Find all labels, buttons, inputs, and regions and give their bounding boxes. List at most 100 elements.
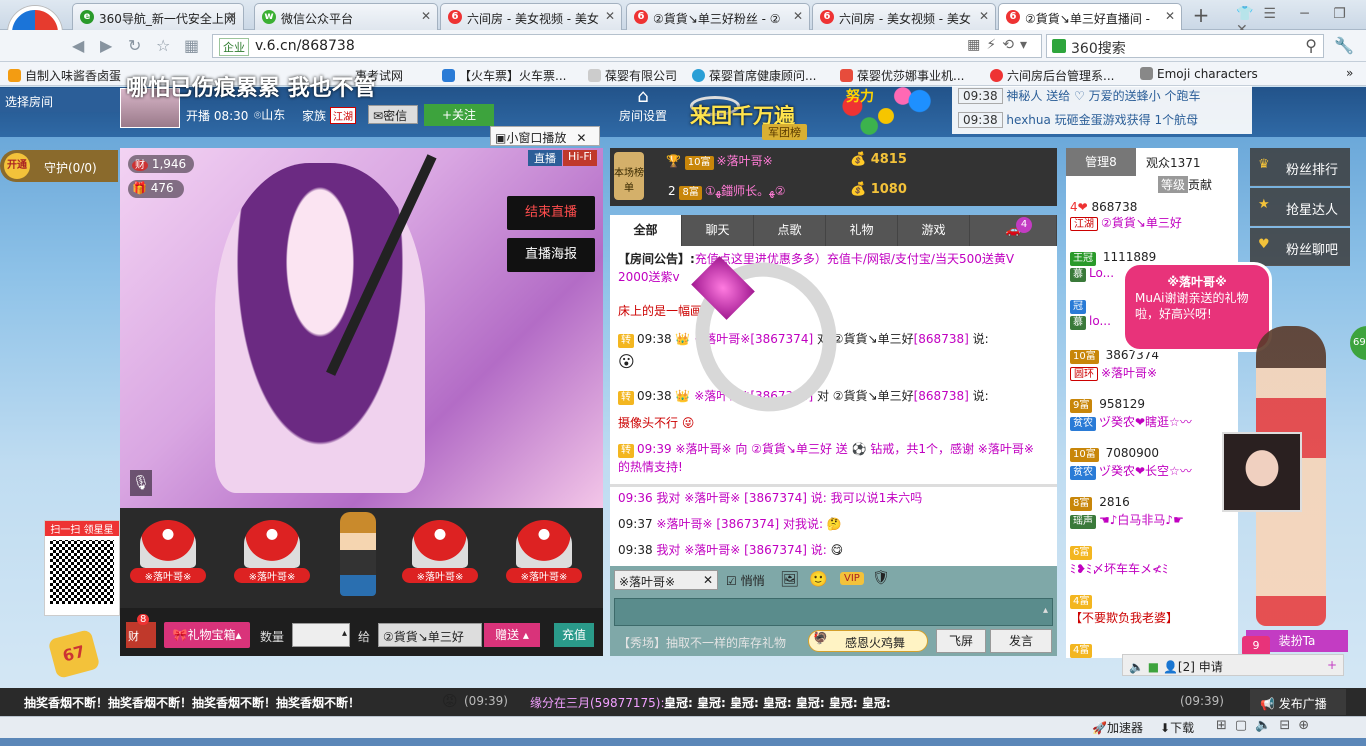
whisper-checkbox[interactable]: ☑ 悄悄 bbox=[726, 572, 765, 589]
audience-item[interactable]: 8富 2816 瑶声 ☚♪白马非马♪☛ bbox=[1070, 495, 1236, 529]
browser-tab[interactable]: e 360导航_新一代安全上网 ✕ bbox=[72, 3, 244, 30]
recharge-button[interactable]: 充值 bbox=[554, 623, 594, 647]
avatar-character[interactable] bbox=[340, 512, 376, 596]
url-actions-icon[interactable]: ▦⚡⟲▾ bbox=[967, 37, 1033, 53]
publish-broadcast-button[interactable]: 📢 发布广播 bbox=[1250, 689, 1346, 715]
wealth-badge[interactable]: 财 bbox=[126, 622, 156, 648]
seat[interactable]: ※落叶哥※ bbox=[234, 520, 310, 594]
bookmark[interactable]: 【火车票】火车票... bbox=[442, 67, 566, 84]
close-icon[interactable]: ✕ bbox=[227, 9, 237, 23]
fans-rank-button[interactable]: ♛ 粉丝排行 bbox=[1250, 148, 1350, 186]
audience-item[interactable]: 4富 【不要欺负我老婆】 bbox=[1070, 593, 1236, 626]
tab-games[interactable]: 游戏 bbox=[898, 215, 970, 246]
show-promo[interactable]: 【秀场】抽取不一样的库存礼物 bbox=[618, 634, 786, 651]
search-input[interactable]: 360搜索 ⚲ bbox=[1046, 34, 1324, 58]
apply-button[interactable]: 申请 bbox=[1199, 660, 1223, 674]
url-bar[interactable]: 企业 v.6.cn/868738 ▦⚡⟲▾ bbox=[212, 34, 1042, 58]
dropdown-arrow-icon[interactable]: ▴ bbox=[1043, 605, 1048, 616]
star-icon[interactable]: ☆ bbox=[156, 36, 170, 55]
tools-icon[interactable]: 🔧 bbox=[1334, 36, 1354, 55]
chat-input[interactable]: ▴ bbox=[614, 598, 1053, 626]
add-icon[interactable]: + bbox=[1327, 658, 1337, 672]
tab-admins[interactable]: 管理8 bbox=[1066, 148, 1136, 176]
bookmark[interactable]: 葆婴首席健康顾问... bbox=[692, 67, 816, 84]
refresh-icon[interactable]: ↻ bbox=[128, 36, 141, 55]
browser-tab[interactable]: w 微信公众平台 ✕ bbox=[254, 3, 438, 30]
browser-tab[interactable]: 6 六间房 - 美女视频 - 美女 ✕ bbox=[812, 3, 996, 30]
new-tab-button[interactable]: + bbox=[1186, 3, 1216, 29]
audience-item[interactable]: 9富 958129 贫农 ヅ癸农❤瞎逛☆〰 bbox=[1070, 397, 1236, 431]
viewer-webcam[interactable] bbox=[1222, 432, 1302, 512]
audience-item[interactable]: 10富 3867374 圆环 ※落叶哥※ bbox=[1070, 348, 1236, 381]
fly-screen-button[interactable]: 飞屏 bbox=[936, 629, 986, 653]
fans-chat-button[interactable]: ♥ 粉丝聊吧 bbox=[1250, 228, 1350, 266]
broadcast-user[interactable]: 缘分在三月(59877175): bbox=[530, 694, 665, 711]
search-icon[interactable]: ⚲ bbox=[1305, 36, 1317, 55]
sort-contrib[interactable]: 贡献 bbox=[1188, 176, 1212, 193]
private-message-button[interactable]: ✉密信 bbox=[368, 105, 418, 124]
more-bookmarks-icon[interactable]: » bbox=[1346, 66, 1353, 80]
select-room-button[interactable]: 选择房间 bbox=[0, 88, 120, 112]
seat[interactable]: ※落叶哥※ bbox=[130, 520, 206, 594]
tab-viewers[interactable]: 观众1371 bbox=[1146, 154, 1201, 171]
tab-chat[interactable]: 聊天 bbox=[682, 215, 754, 246]
guard-open-badge[interactable]: 开通 bbox=[4, 153, 30, 179]
audience-item[interactable]: 6富 ﾐ❥ﾐ〆坏车车メ≮ﾐ bbox=[1070, 544, 1236, 577]
tab-songs[interactable]: 点歌 bbox=[754, 215, 826, 246]
browser-tab[interactable]: 6 六间房 - 美女视频 - 美女 ✕ bbox=[440, 3, 622, 30]
back-icon[interactable]: ◀ bbox=[72, 36, 84, 55]
give-button[interactable]: 赠送 ▴ bbox=[484, 623, 540, 647]
sort-level[interactable]: 等级 bbox=[1158, 176, 1189, 193]
end-live-button[interactable]: 结束直播 bbox=[507, 196, 595, 230]
audience-item[interactable]: 4❤ 868738 江湖 ②貨貨↘单三好 bbox=[1070, 200, 1236, 231]
ranking-row[interactable]: 🏆 10富 ※落叶哥※ bbox=[666, 152, 773, 170]
tab-all[interactable]: 全部 bbox=[610, 215, 682, 246]
gift-box-button[interactable]: 🎀礼物宝箱▴ bbox=[164, 622, 250, 648]
close-icon[interactable]: ✕ bbox=[979, 9, 989, 23]
accelerator-button[interactable]: 🚀加速器 bbox=[1092, 719, 1143, 736]
ranking-title[interactable]: 本场榜单 bbox=[614, 152, 644, 200]
legion-rank[interactable]: 军团榜 bbox=[762, 124, 807, 140]
recipient-select[interactable]: ②貨貨↘单三好 bbox=[378, 623, 482, 647]
guard-panel[interactable]: 开通 守护(0/0) bbox=[0, 150, 118, 182]
chat-target-select[interactable]: ※落叶哥※ ✕ bbox=[614, 570, 718, 590]
live-poster-button[interactable]: 直播海报 bbox=[507, 238, 595, 272]
guard-icon[interactable]: 🛡 bbox=[872, 570, 890, 586]
close-icon[interactable]: ✕ bbox=[1165, 9, 1175, 23]
seat[interactable]: ※落叶哥※ bbox=[402, 520, 478, 594]
close-icon[interactable]: ✕ bbox=[703, 573, 713, 587]
browser-tab[interactable]: 6 ②貨貨↘单三好粉丝 - ② ✕ bbox=[626, 3, 810, 30]
follow-button[interactable]: +关注 bbox=[424, 104, 494, 126]
mini-window-button[interactable]: ▣小窗口播放 ✕ bbox=[490, 126, 600, 146]
tab-car[interactable]: 🚗 bbox=[970, 215, 1057, 246]
bookmark[interactable]: Emoji characters bbox=[1140, 67, 1258, 81]
ranking-row[interactable]: 2 8富 ①ﻬ鍿师长。ﻬ② bbox=[668, 182, 785, 200]
audience-item[interactable]: 10富 7080900 贫农 ヅ癸农❤长空☆〰 bbox=[1070, 446, 1236, 480]
dropdown-arrow-icon[interactable]: ▴ bbox=[342, 628, 347, 639]
volume-icon[interactable]: 🔈 bbox=[1129, 660, 1144, 674]
download-button[interactable]: ⬇下载 bbox=[1160, 719, 1194, 736]
browser-tab-active[interactable]: 6 ②貨貨↘单三好直播间 - ✕ bbox=[998, 3, 1182, 30]
close-icon[interactable]: ✕ bbox=[793, 9, 803, 23]
quantity-input[interactable]: ▴ bbox=[292, 623, 350, 647]
bookmark[interactable]: 葆婴优莎娜事业机... bbox=[840, 67, 964, 84]
turkey-dance-button[interactable]: 🦃 感恩火鸡舞 bbox=[808, 630, 928, 652]
chat-tools[interactable]: 🖼🙂 bbox=[780, 570, 838, 588]
status-tools[interactable]: ⊞▢🔈⊟⊕ bbox=[1216, 718, 1317, 733]
image-icon[interactable]: 🖼 bbox=[780, 570, 809, 588]
tab-gifts[interactable]: 礼物 bbox=[826, 215, 898, 246]
close-icon[interactable]: ✕ bbox=[421, 9, 431, 23]
microphone-icon[interactable]: 🎙 bbox=[130, 470, 152, 496]
room-settings-button[interactable]: ⌂ 房间设置 bbox=[612, 86, 674, 130]
close-icon[interactable]: ✕ bbox=[605, 9, 615, 23]
vip-button[interactable]: VIP bbox=[840, 572, 864, 585]
url-text[interactable]: v.6.cn/868738 bbox=[255, 38, 355, 54]
qr-panel[interactable]: 扫一扫 领星星 bbox=[44, 520, 120, 616]
bookmark[interactable]: 自制入味酱香卤蛋 bbox=[8, 67, 121, 84]
grid-icon[interactable]: ▦ bbox=[184, 36, 199, 55]
forward-icon[interactable]: ▶ bbox=[100, 36, 112, 55]
grab-star-button[interactable]: ★ 抢星达人 bbox=[1250, 188, 1350, 226]
smile-icon[interactable]: 🙂 bbox=[809, 570, 838, 588]
close-icon[interactable]: ✕ bbox=[576, 131, 586, 145]
bookmark[interactable]: 葆婴有限公司 bbox=[588, 67, 677, 84]
